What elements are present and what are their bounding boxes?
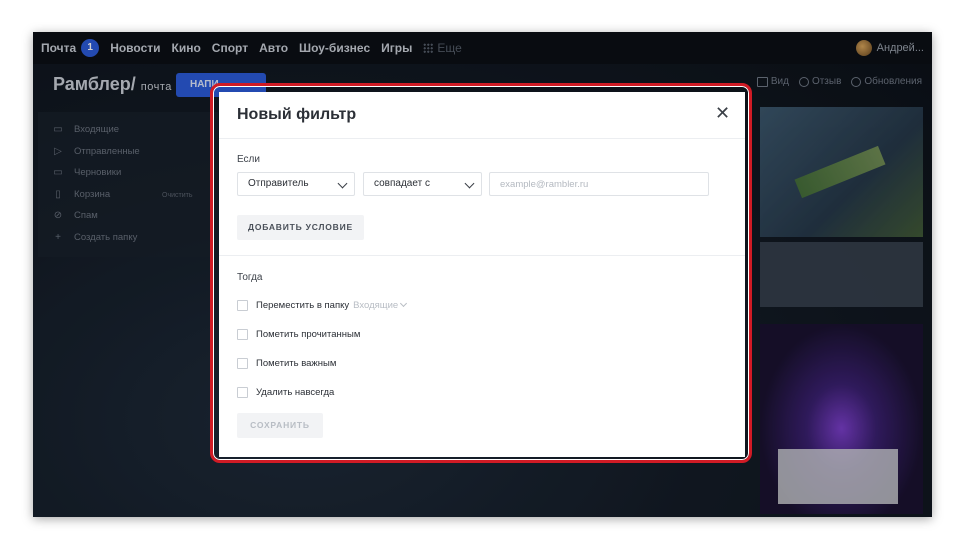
email-field[interactable] [489, 172, 709, 196]
save-button[interactable]: СОХРАНИТЬ [237, 413, 323, 438]
checkbox[interactable] [237, 387, 248, 398]
field-select-value: Отправитель [248, 178, 309, 189]
close-icon[interactable]: ✕ [715, 104, 730, 122]
condition-select[interactable]: совпадает с [363, 172, 482, 196]
action-label: Переместить в папку [256, 300, 350, 311]
then-label: Тогда [237, 272, 263, 283]
divider [219, 255, 745, 256]
folder-select[interactable]: Входящие [353, 299, 408, 311]
new-filter-dialog: Новый фильтр ✕ Если Отправитель совпадае… [219, 92, 745, 457]
action-delete-forever[interactable]: Удалить навсегда [237, 387, 334, 398]
action-mark-read[interactable]: Пометить прочитанным [237, 329, 360, 340]
divider [219, 138, 745, 139]
checkbox[interactable] [237, 300, 248, 311]
folder-select-value: Входящие [353, 300, 399, 311]
checkbox[interactable] [237, 358, 248, 369]
action-label: Удалить навсегда [256, 387, 335, 398]
checkbox[interactable] [237, 329, 248, 340]
add-condition-button[interactable]: ДОБАВИТЬ УСЛОВИЕ [237, 215, 364, 240]
action-label: Пометить прочитанным [256, 329, 361, 340]
action-label: Пометить важным [256, 358, 337, 369]
action-move-to-folder[interactable]: Переместить в папку Входящие [237, 299, 408, 311]
dialog-title: Новый фильтр [237, 106, 357, 123]
action-mark-important[interactable]: Пометить важным [237, 358, 336, 369]
chevron-down-icon [337, 178, 348, 189]
condition-select-value: совпадает с [374, 178, 430, 189]
field-select[interactable]: Отправитель [237, 172, 355, 196]
chevron-down-icon [400, 299, 408, 308]
if-label: Если [237, 154, 260, 165]
chevron-down-icon [464, 178, 475, 189]
